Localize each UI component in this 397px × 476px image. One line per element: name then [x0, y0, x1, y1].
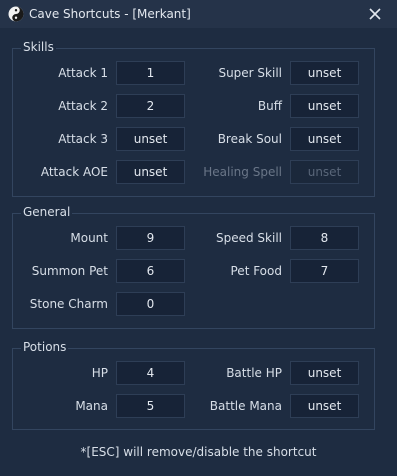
summon-pet-label: Summon Pet	[31, 264, 108, 278]
buff-field[interactable]: unset	[290, 94, 359, 118]
summon-pet-field[interactable]: 6	[116, 259, 185, 283]
battle-hp-label: Battle HP	[226, 366, 282, 380]
mana-label: Mana	[75, 399, 108, 413]
attack-aoe-label: Attack AOE	[40, 165, 108, 179]
attack-aoe-field[interactable]: unset	[116, 160, 185, 184]
attack-1-field[interactable]: 1	[116, 61, 185, 85]
attack-1-label: Attack 1	[58, 66, 108, 80]
yin-yang-icon	[8, 6, 24, 22]
super-skill-field[interactable]: unset	[290, 61, 359, 85]
general-group-title: General	[21, 205, 73, 219]
title-bar: Cave Shortcuts - [Merkant]	[0, 0, 397, 28]
speed-skill-field[interactable]: 8	[290, 226, 359, 250]
attack-3-label: Attack 3	[58, 132, 108, 146]
skills-group-title: Skills	[21, 40, 56, 54]
break-soul-label: Break Soul	[217, 132, 282, 146]
pet-food-label: Pet Food	[230, 264, 283, 278]
hp-label: HP	[91, 366, 108, 380]
close-icon[interactable]	[365, 4, 385, 24]
buff-label: Buff	[257, 99, 282, 113]
stone-charm-label: Stone Charm	[29, 297, 108, 311]
healing-spell-field: unset	[290, 160, 359, 184]
battle-mana-label: Battle Mana	[209, 399, 282, 413]
attack-2-label: Attack 2	[58, 99, 108, 113]
battle-mana-field[interactable]: unset	[290, 394, 359, 418]
break-soul-field[interactable]: unset	[290, 127, 359, 151]
mount-label: Mount	[70, 231, 108, 245]
attack-3-field[interactable]: unset	[116, 127, 185, 151]
healing-spell-label: Healing Spell	[203, 165, 282, 179]
super-skill-label: Super Skill	[218, 66, 282, 80]
pet-food-field[interactable]: 7	[290, 259, 359, 283]
hp-field[interactable]: 4	[116, 361, 185, 385]
attack-2-field[interactable]: 2	[116, 94, 185, 118]
mount-field[interactable]: 9	[116, 226, 185, 250]
esc-hint-text: *[ESC] will remove/disable the shortcut	[80, 445, 317, 459]
mana-field[interactable]: 5	[116, 394, 185, 418]
potions-group-title: Potions	[21, 340, 69, 354]
cave-shortcuts-window: Cave Shortcuts - [Merkant] Skills Attack…	[0, 0, 397, 476]
stone-charm-field[interactable]: 0	[116, 292, 185, 316]
speed-skill-label: Speed Skill	[216, 231, 282, 245]
window-title: Cave Shortcuts - [Merkant]	[29, 7, 191, 21]
battle-hp-field[interactable]: unset	[290, 361, 359, 385]
